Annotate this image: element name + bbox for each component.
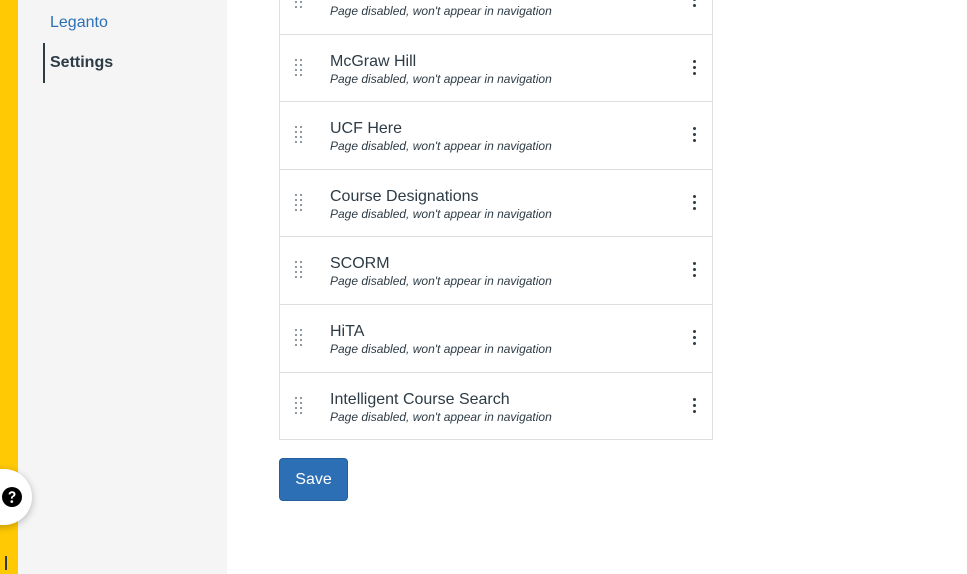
list-item[interactable]: UCF Here Page disabled, won't appear in … [280, 102, 712, 170]
kebab-menu-icon[interactable] [692, 194, 698, 213]
list-item[interactable]: Course Designations Page disabled, won't… [280, 169, 712, 238]
drag-handle-icon[interactable] [295, 261, 305, 279]
tool-status: Page disabled, won't appear in navigatio… [330, 139, 552, 154]
kebab-menu-icon[interactable] [692, 397, 698, 416]
list-item[interactable]: Intelligent Course Search Page disabled,… [280, 372, 712, 441]
list-item[interactable]: SCORM Page disabled, won't appear in nav… [280, 237, 712, 305]
drag-handle-icon[interactable] [295, 193, 305, 212]
navigation-tool-list: Page disabled, won't appear in navigatio… [279, 0, 713, 441]
save-button[interactable]: Save [279, 458, 348, 501]
drag-handle-icon[interactable] [295, 396, 305, 415]
list-item[interactable]: HiTA Page disabled, won't appear in navi… [280, 304, 712, 373]
course-nav-item-leganto[interactable]: Leganto [50, 13, 108, 33]
tool-status: Page disabled, won't appear in navigatio… [330, 206, 552, 221]
global-nav-item-marker [5, 556, 7, 570]
kebab-menu-icon[interactable] [692, 329, 698, 348]
kebab-menu-icon[interactable] [692, 0, 698, 10]
question-icon [1, 484, 27, 510]
tool-name: SCORM [330, 255, 390, 273]
course-nav-item-settings[interactable]: Settings [50, 53, 113, 73]
tool-status: Page disabled, won't appear in navigatio… [330, 274, 552, 289]
tool-name: Intelligent Course Search [330, 390, 510, 408]
kebab-menu-icon[interactable] [692, 59, 698, 78]
list-item[interactable]: McGraw Hill Page disabled, won't appear … [280, 34, 712, 103]
kebab-menu-icon[interactable] [692, 127, 698, 145]
tool-status: Page disabled, won't appear in navigatio… [330, 409, 552, 424]
drag-handle-icon[interactable] [295, 0, 305, 9]
drag-handle-icon[interactable] [295, 58, 305, 77]
tool-status: Page disabled, won't appear in navigatio… [330, 4, 552, 18]
tool-status: Page disabled, won't appear in navigatio… [330, 341, 552, 356]
drag-handle-icon[interactable] [295, 328, 305, 347]
tool-name: Course Designations [330, 187, 479, 205]
tool-name: McGraw Hill [330, 52, 417, 70]
drag-handle-icon[interactable] [295, 126, 305, 144]
course-nav: Leganto Settings [18, 0, 227, 574]
active-indicator [43, 43, 45, 83]
tool-status: Page disabled, won't appear in navigatio… [330, 71, 552, 86]
page: Leganto Settings Page disabled, won't ap… [0, 0, 967, 574]
kebab-menu-icon[interactable] [692, 262, 698, 280]
tool-name: HiTA [330, 322, 365, 340]
tool-name: UCF Here [330, 120, 403, 138]
list-item[interactable]: Page disabled, won't appear in navigatio… [280, 0, 712, 35]
